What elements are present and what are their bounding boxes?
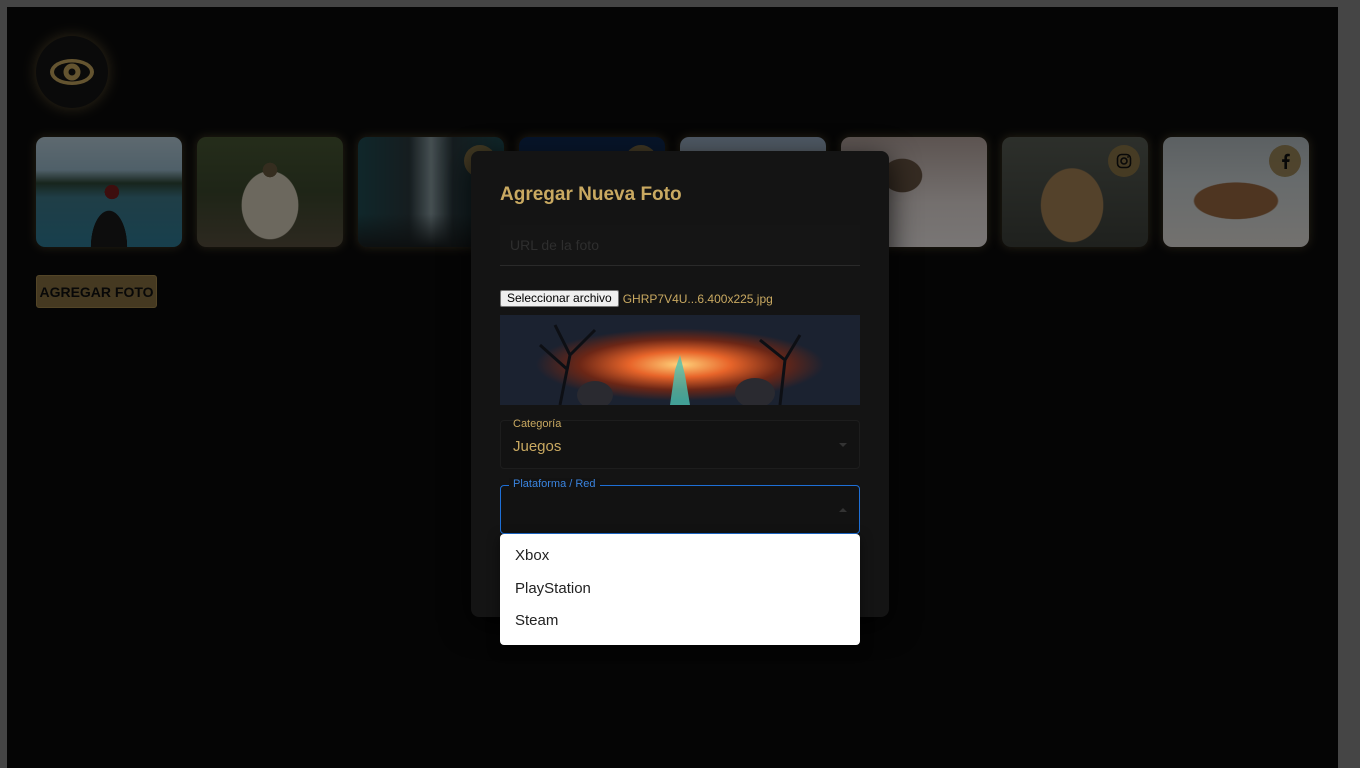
platform-option-steam[interactable]: Steam — [500, 605, 860, 638]
platform-option-xbox[interactable]: Xbox — [500, 540, 860, 573]
category-select[interactable]: Categoría Juegos — [500, 418, 860, 469]
platform-label: Plataforma / Red — [509, 478, 600, 490]
choose-file-button[interactable]: Seleccionar archivo — [500, 290, 619, 307]
platform-option-playstation[interactable]: PlayStation — [500, 573, 860, 606]
category-label: Categoría — [513, 418, 562, 430]
file-upload-row: Seleccionar archivo GHRP7V4U...6.400x225… — [500, 290, 773, 307]
selected-file-name: GHRP7V4U...6.400x225.jpg — [622, 291, 773, 306]
modal-title: Agregar Nueva Foto — [500, 184, 682, 205]
image-preview — [500, 315, 860, 405]
photo-url-input[interactable] — [500, 225, 860, 266]
chevron-down-icon — [839, 443, 847, 447]
category-value: Juegos — [513, 438, 562, 455]
platform-select[interactable]: Plataforma / Red — [500, 478, 860, 534]
chevron-up-icon — [839, 508, 847, 512]
platform-dropdown-menu: Xbox PlayStation Steam — [500, 534, 860, 645]
